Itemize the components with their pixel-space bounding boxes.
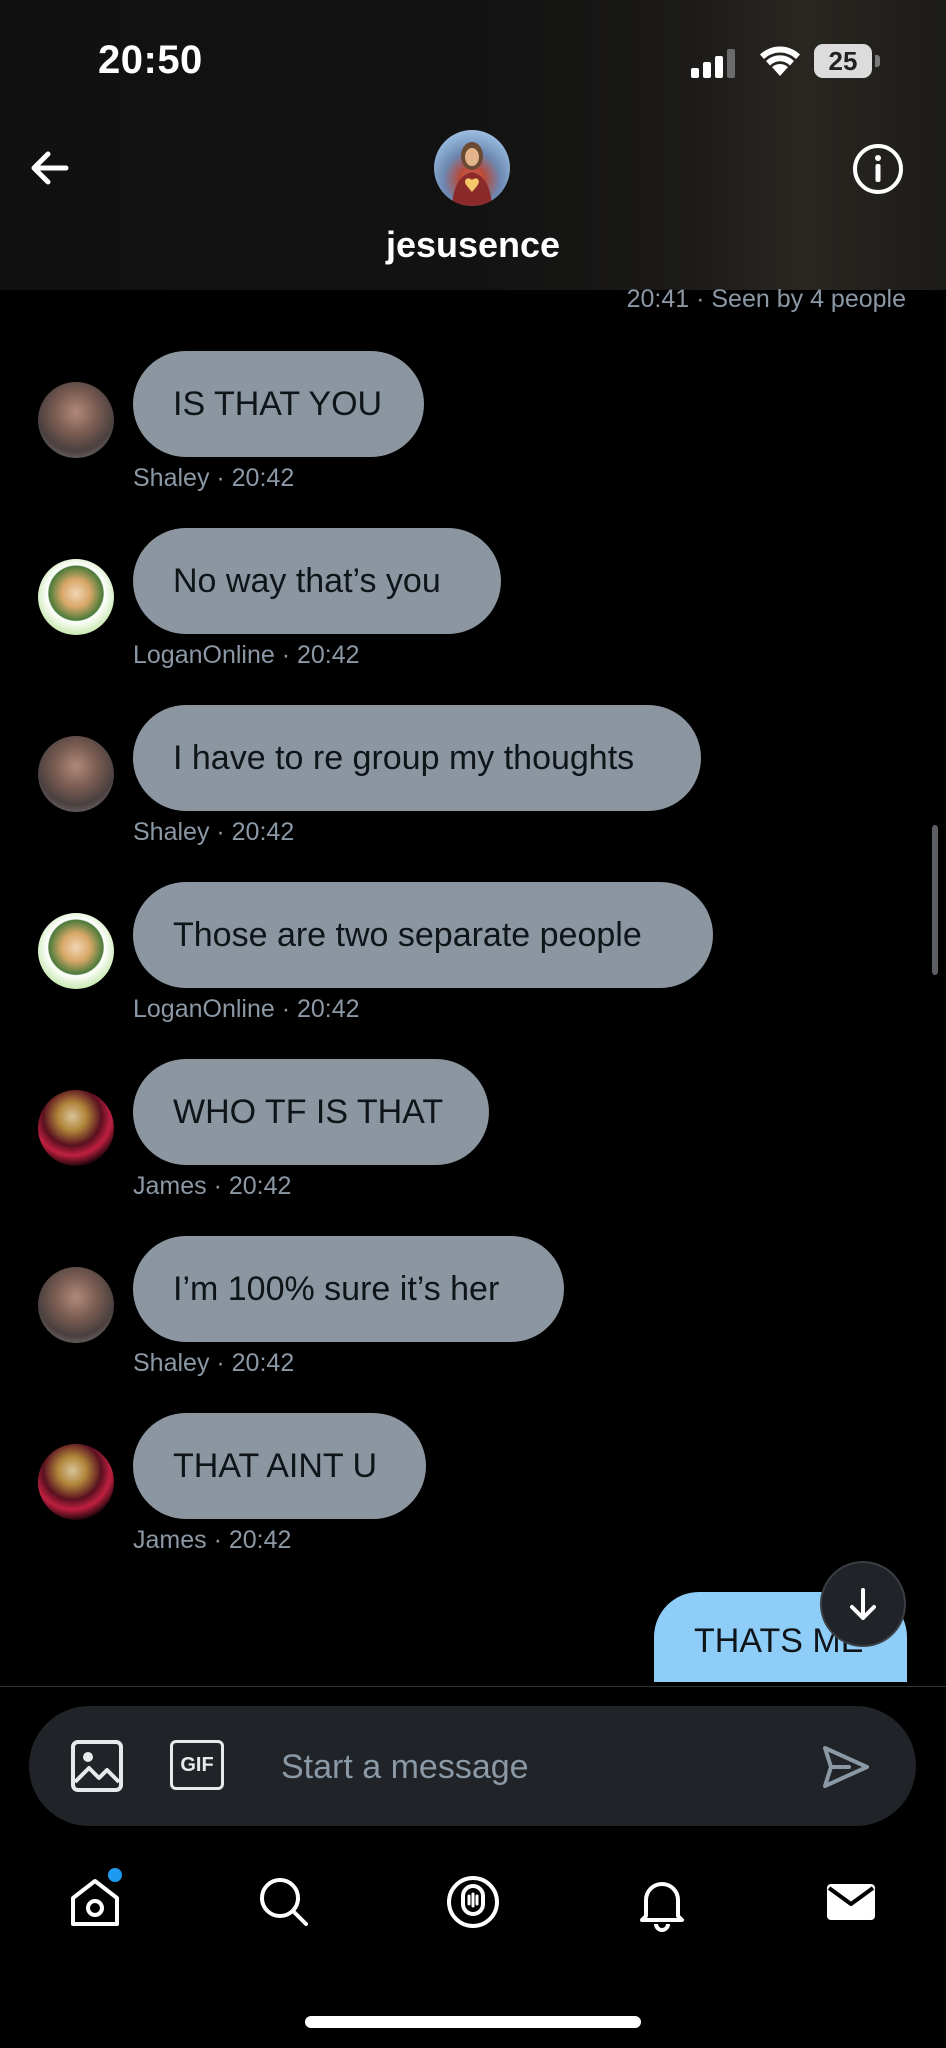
group-avatar-image	[452, 142, 492, 206]
message-composer: GIF	[29, 1706, 916, 1826]
seen-status: 20:41 · Seen by 4 people	[626, 285, 906, 313]
scroll-to-bottom-button[interactable]	[820, 1561, 906, 1647]
back-arrow-icon[interactable]	[22, 140, 78, 196]
message-meta: James · 20:42	[133, 1172, 292, 1200]
message-bubble[interactable]: Those are two separate people	[133, 882, 713, 988]
composer-divider	[0, 1686, 946, 1687]
status-time: 20:50	[98, 38, 203, 82]
message-meta: Shaley · 20:42	[133, 464, 295, 492]
message-bubble[interactable]: IS THAT YOU	[133, 351, 424, 457]
image-icon[interactable]	[69, 1738, 125, 1794]
conversation-header: 20:50 25 jesusence	[0, 0, 946, 290]
home-indicator[interactable]	[305, 2016, 641, 2028]
send-icon[interactable]	[819, 1740, 873, 1794]
messages-icon[interactable]	[821, 1872, 881, 1932]
avatar[interactable]	[38, 1267, 114, 1343]
arrow-down-icon	[850, 1588, 876, 1620]
avatar[interactable]	[38, 382, 114, 458]
message-meta: Shaley · 20:42	[133, 818, 295, 846]
search-icon[interactable]	[254, 1872, 314, 1932]
battery-icon: 25	[814, 44, 880, 78]
avatar[interactable]	[38, 913, 114, 989]
avatar[interactable]	[38, 1444, 114, 1520]
new-content-indicator	[108, 1868, 122, 1882]
info-icon[interactable]	[850, 141, 906, 197]
conversation-title[interactable]: jesusence	[0, 224, 946, 266]
spaces-icon[interactable]	[443, 1872, 503, 1932]
battery-level: 25	[814, 44, 872, 78]
message-bubble[interactable]: WHO TF IS THAT	[133, 1059, 489, 1165]
group-avatar[interactable]	[434, 130, 510, 206]
message-meta: Shaley · 20:42	[133, 1349, 295, 1377]
avatar[interactable]	[38, 559, 114, 635]
message-meta: James · 20:42	[133, 1526, 292, 1554]
message-bubble[interactable]: I’m 100% sure it’s her	[133, 1236, 564, 1342]
avatar[interactable]	[38, 1090, 114, 1166]
message-meta: LoganOnline · 20:42	[133, 641, 360, 669]
message-bubble[interactable]: No way that’s you	[133, 528, 501, 634]
message-input[interactable]	[279, 1742, 803, 1792]
message-bubble[interactable]: THAT AINT U	[133, 1413, 426, 1519]
cellular-signal-icon	[691, 49, 735, 78]
notifications-icon[interactable]	[632, 1872, 692, 1932]
message-meta: LoganOnline · 20:42	[133, 995, 360, 1023]
wifi-icon	[760, 46, 800, 76]
gif-button[interactable]: GIF	[170, 1740, 224, 1790]
scrollbar[interactable]	[932, 825, 938, 975]
message-bubble[interactable]: I have to re group my thoughts	[133, 705, 701, 811]
avatar[interactable]	[38, 736, 114, 812]
